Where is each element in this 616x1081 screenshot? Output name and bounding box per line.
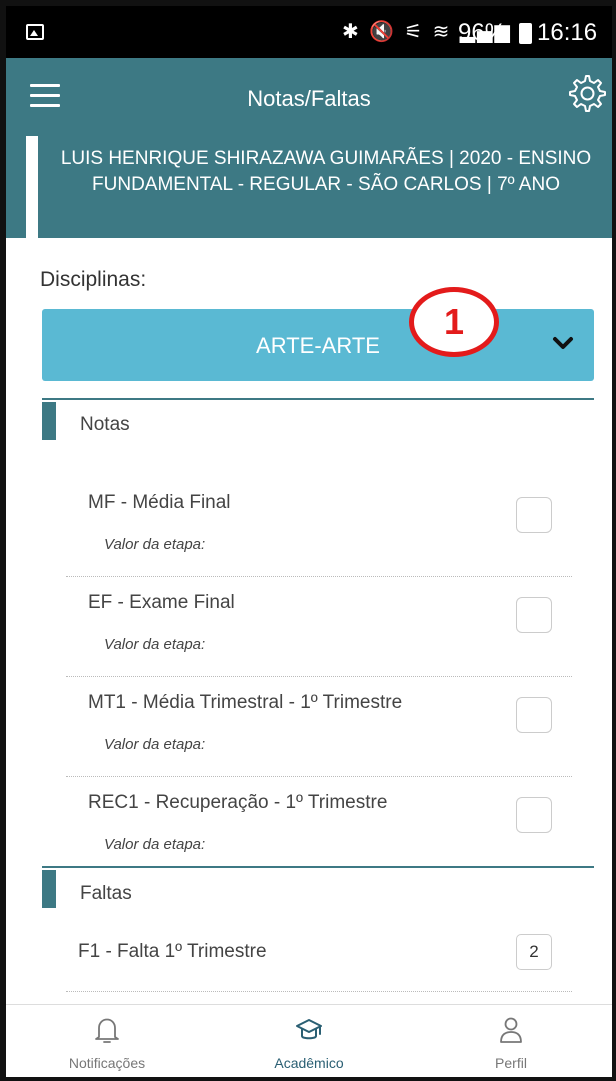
grade-row: MT1 - Média Trimestral - 1º Trimestre Va… <box>66 676 572 777</box>
grade-value-box[interactable] <box>516 497 552 533</box>
annotation-marker: 1 <box>409 287 499 357</box>
bell-icon <box>95 1018 119 1043</box>
status-bar: ✱ 🔇 ⚟ ≋ ▂▄▆ 96% 16:16 <box>6 6 612 58</box>
settings-gear-icon[interactable] <box>566 72 606 112</box>
app-screen: ✱ 🔇 ⚟ ≋ ▂▄▆ 96% 16:16 Notas/Faltas LUIS … <box>6 6 612 1077</box>
grade-label: REC1 - Recuperação - 1º Trimestre <box>88 792 388 813</box>
section-accent <box>42 870 56 908</box>
discipline-selected-value: ARTE-ARTE <box>256 333 380 358</box>
absence-label: F1 - Falta 1º Trimestre <box>78 941 267 962</box>
nav-item-profile[interactable]: Perfil <box>410 1005 612 1077</box>
grade-label: MT1 - Média Trimestral - 1º Trimestre <box>88 692 403 713</box>
nav-item-notifications[interactable]: Notificações <box>6 1005 208 1077</box>
graduation-cap-icon <box>296 1019 322 1040</box>
grade-label: EF - Exame Final <box>88 592 235 613</box>
grade-value-box[interactable] <box>516 597 552 633</box>
discipline-dropdown[interactable]: ARTE-ARTE <box>42 309 594 381</box>
nav-label: Perfil <box>495 1055 527 1071</box>
grade-value-box[interactable] <box>516 697 552 733</box>
gallery-icon <box>26 24 44 40</box>
user-icon <box>500 1017 522 1043</box>
grade-row: EF - Exame Final Valor da etapa: <box>66 576 572 677</box>
disciplines-label: Disciplinas: <box>40 268 147 291</box>
nav-item-academic[interactable]: Acadêmico <box>208 1005 410 1077</box>
battery-icon <box>519 23 532 44</box>
absences-section-title: Faltas <box>80 883 132 904</box>
nav-label: Notificações <box>68 1055 146 1071</box>
bottom-navigation: Notificações Acadêmico Perfil <box>6 1004 612 1077</box>
section-accent <box>42 402 56 440</box>
banner-accent <box>26 136 38 238</box>
grade-label: MF - Média Final <box>88 492 231 513</box>
clock: 16:16 <box>537 19 598 46</box>
grade-sublabel: Valor da etapa: <box>104 636 206 653</box>
absence-count-badge: 2 <box>516 934 552 970</box>
nav-label: Acadêmico <box>274 1055 344 1071</box>
page-title: Notas/Faltas <box>247 86 371 111</box>
app-header: Notas/Faltas LUIS HENRIQUE SHIRAZAWA GUI… <box>6 58 612 238</box>
grade-row: MF - Média Final Valor da etapa: <box>66 476 572 577</box>
grades-section-title: Notas <box>80 414 130 435</box>
section-divider <box>42 398 594 400</box>
section-divider <box>42 866 594 868</box>
grade-value-box[interactable] <box>516 797 552 833</box>
student-info-banner: LUIS HENRIQUE SHIRAZAWA GUIMARÃES | 2020… <box>26 136 612 238</box>
battery-percentage: 96% <box>458 19 507 46</box>
absence-row: F1 - Falta 1º Trimestre 2 <box>66 921 572 992</box>
grade-sublabel: Valor da etapa: <box>104 836 206 853</box>
grade-sublabel: Valor da etapa: <box>104 736 206 753</box>
grade-sublabel: Valor da etapa: <box>104 536 206 553</box>
student-info-text: LUIS HENRIQUE SHIRAZAWA GUIMARÃES | 2020… <box>60 148 592 195</box>
grade-row: REC1 - Recuperação - 1º Trimestre Valor … <box>66 776 572 876</box>
chevron-down-icon <box>553 337 573 349</box>
